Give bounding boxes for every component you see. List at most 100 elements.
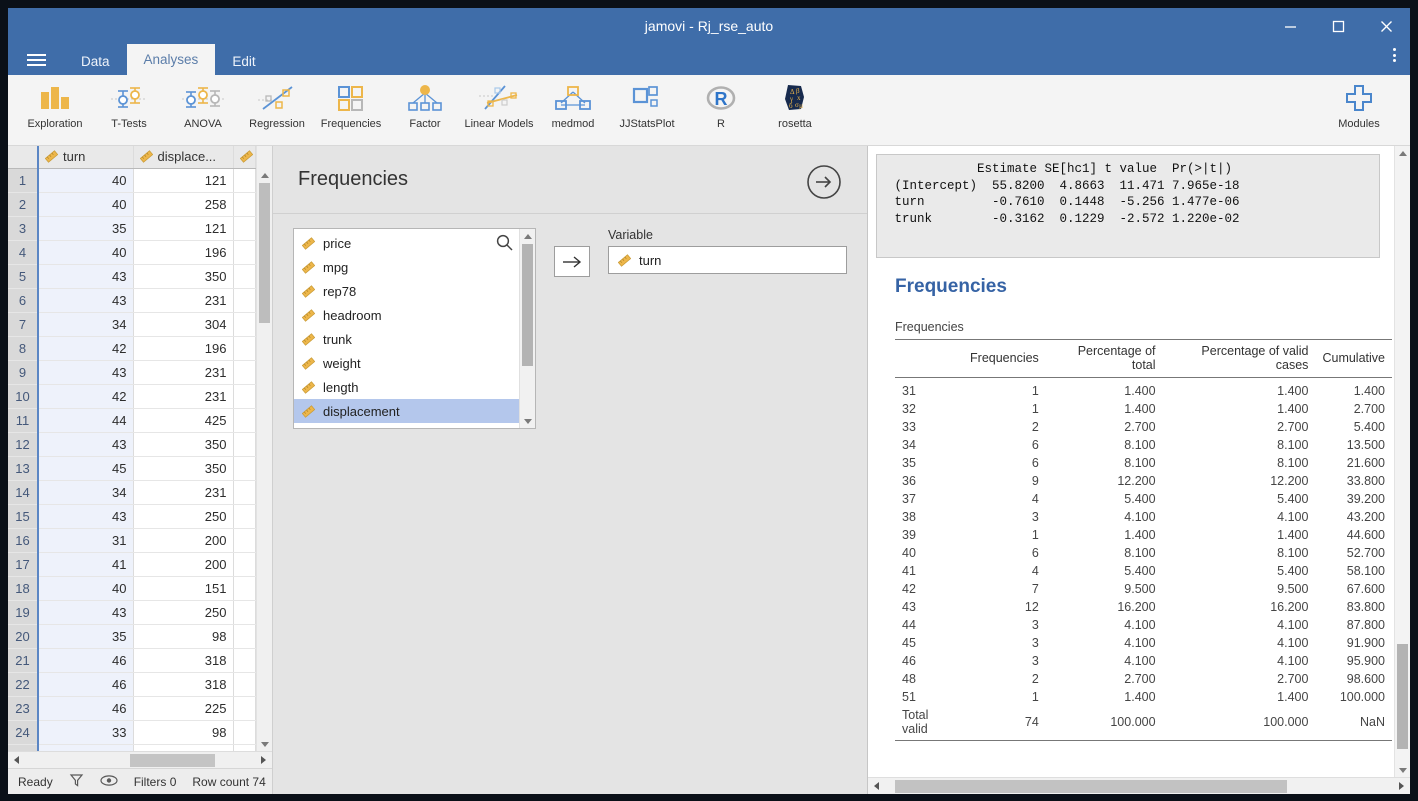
table-row[interactable]: 240258 — [8, 192, 256, 216]
cell-gear[interactable] — [233, 552, 256, 576]
ribbon-item-rosetta[interactable]: Δ β γ x б σ µ rosetta — [758, 75, 832, 141]
ribbon-item-medmod[interactable]: medmod — [536, 75, 610, 141]
cell-displacement[interactable]: 151 — [133, 576, 233, 600]
cell-gear[interactable] — [233, 696, 256, 720]
ribbon-item-anova[interactable]: ANOVA — [166, 75, 240, 141]
cell-gear[interactable] — [233, 480, 256, 504]
table-row[interactable]: 2146318 — [8, 648, 256, 672]
tab-edit[interactable]: Edit — [215, 48, 272, 75]
cell-turn[interactable]: 35 — [38, 216, 133, 240]
table-row[interactable]: 734304 — [8, 312, 256, 336]
cell-gear[interactable] — [233, 216, 256, 240]
table-row[interactable]: 2346225 — [8, 696, 256, 720]
results-hscroll-thumb[interactable] — [895, 780, 1287, 793]
cell-turn[interactable]: 43 — [38, 264, 133, 288]
eye-icon[interactable] — [100, 774, 118, 790]
cell-gear[interactable] — [233, 600, 256, 624]
ribbon-item-exploration[interactable]: Exploration — [18, 75, 92, 141]
cell-displacement[interactable]: 121 — [133, 168, 233, 192]
cell-displacement[interactable]: 350 — [133, 432, 233, 456]
scroll-right-icon[interactable] — [1393, 778, 1410, 795]
variable-list-scrollbar[interactable] — [519, 229, 535, 428]
variable-list-item[interactable]: mpg — [294, 255, 519, 279]
table-row[interactable]: 1042231 — [8, 384, 256, 408]
table-row[interactable]: 203598 — [8, 624, 256, 648]
minimize-button[interactable] — [1266, 8, 1314, 44]
variable-list-item[interactable]: displacement — [294, 399, 519, 423]
cell-gear[interactable] — [233, 408, 256, 432]
table-row[interactable]: 140121 — [8, 168, 256, 192]
hamburger-menu-icon[interactable] — [8, 44, 64, 75]
cell-turn[interactable]: 43 — [38, 744, 133, 751]
cell-gear[interactable] — [233, 648, 256, 672]
grid-horizontal-scrollbar[interactable] — [8, 751, 272, 768]
cell-gear[interactable] — [233, 336, 256, 360]
variable-list-box[interactable]: pricempgrep78headroomtrunkweightlengthdi… — [293, 228, 536, 429]
cell-displacement[interactable]: 231 — [133, 480, 233, 504]
cell-displacement[interactable]: 98 — [133, 720, 233, 744]
table-row[interactable]: 2543140 — [8, 744, 256, 751]
cell-gear[interactable] — [233, 192, 256, 216]
table-row[interactable]: 1243350 — [8, 432, 256, 456]
results-horizontal-scrollbar[interactable] — [868, 777, 1410, 794]
table-row[interactable]: 1840151 — [8, 576, 256, 600]
table-row[interactable]: 1631200 — [8, 528, 256, 552]
results-scroll-thumb[interactable] — [1397, 644, 1408, 749]
cell-gear[interactable] — [233, 360, 256, 384]
column-header-turn[interactable]: turn — [38, 146, 133, 168]
results-hscroll-track[interactable] — [885, 778, 1393, 795]
cell-displacement[interactable]: 200 — [133, 552, 233, 576]
variable-list-item[interactable]: rep78 — [294, 279, 519, 303]
ribbon-item-factor[interactable]: Factor — [388, 75, 462, 141]
cell-displacement[interactable]: 350 — [133, 264, 233, 288]
table-row[interactable]: 1345350 — [8, 456, 256, 480]
cell-turn[interactable]: 46 — [38, 696, 133, 720]
cell-turn[interactable]: 40 — [38, 192, 133, 216]
table-row[interactable]: 1943250 — [8, 600, 256, 624]
cell-displacement[interactable]: 98 — [133, 624, 233, 648]
variable-list[interactable]: pricempgrep78headroomtrunkweightlengthdi… — [294, 229, 519, 428]
variable-list-item[interactable]: price — [294, 231, 519, 255]
cell-displacement[interactable]: 196 — [133, 336, 233, 360]
cell-displacement[interactable]: 425 — [133, 408, 233, 432]
cell-displacement[interactable]: 196 — [133, 240, 233, 264]
variable-list-item[interactable]: trunk — [294, 327, 519, 351]
cell-gear[interactable] — [233, 504, 256, 528]
grid-corner[interactable] — [8, 146, 38, 168]
cell-gear[interactable] — [233, 312, 256, 336]
cell-turn[interactable]: 45 — [38, 456, 133, 480]
grid-scroll-thumb[interactable] — [259, 183, 270, 323]
variable-list-item[interactable]: weight — [294, 351, 519, 375]
ribbon-item-modules[interactable]: Modules — [1322, 75, 1396, 141]
table-row[interactable]: 1741200 — [8, 552, 256, 576]
cell-gear[interactable] — [233, 456, 256, 480]
cell-displacement[interactable]: 231 — [133, 288, 233, 312]
cell-gear[interactable] — [233, 168, 256, 192]
cell-displacement[interactable]: 318 — [133, 672, 233, 696]
cell-turn[interactable]: 44 — [38, 408, 133, 432]
table-row[interactable]: 543350 — [8, 264, 256, 288]
variable-list-item[interactable]: headroom — [294, 303, 519, 327]
cell-turn[interactable]: 33 — [38, 720, 133, 744]
cell-displacement[interactable]: 318 — [133, 648, 233, 672]
cell-turn[interactable]: 46 — [38, 648, 133, 672]
scroll-down-icon[interactable] — [520, 414, 536, 428]
cell-gear[interactable] — [233, 672, 256, 696]
grid-vertical-scrollbar[interactable] — [256, 146, 272, 751]
cell-gear[interactable] — [233, 624, 256, 648]
variable-scroll-thumb[interactable] — [522, 244, 533, 366]
cell-turn[interactable]: 35 — [38, 624, 133, 648]
grid-hscroll-thumb[interactable] — [130, 754, 215, 767]
ribbon-item-linear-models[interactable]: Linear Models — [462, 75, 536, 141]
cell-gear[interactable] — [233, 288, 256, 312]
results-vertical-scrollbar[interactable] — [1394, 146, 1410, 777]
table-row[interactable]: 1144425 — [8, 408, 256, 432]
cell-turn[interactable]: 34 — [38, 480, 133, 504]
cell-turn[interactable]: 43 — [38, 360, 133, 384]
tab-data[interactable]: Data — [64, 48, 127, 75]
scroll-up-icon[interactable] — [1395, 146, 1411, 160]
cell-displacement[interactable]: 250 — [133, 504, 233, 528]
table-row[interactable]: 1543250 — [8, 504, 256, 528]
variable-drop-box[interactable]: turn — [608, 246, 847, 274]
cell-displacement[interactable]: 258 — [133, 192, 233, 216]
